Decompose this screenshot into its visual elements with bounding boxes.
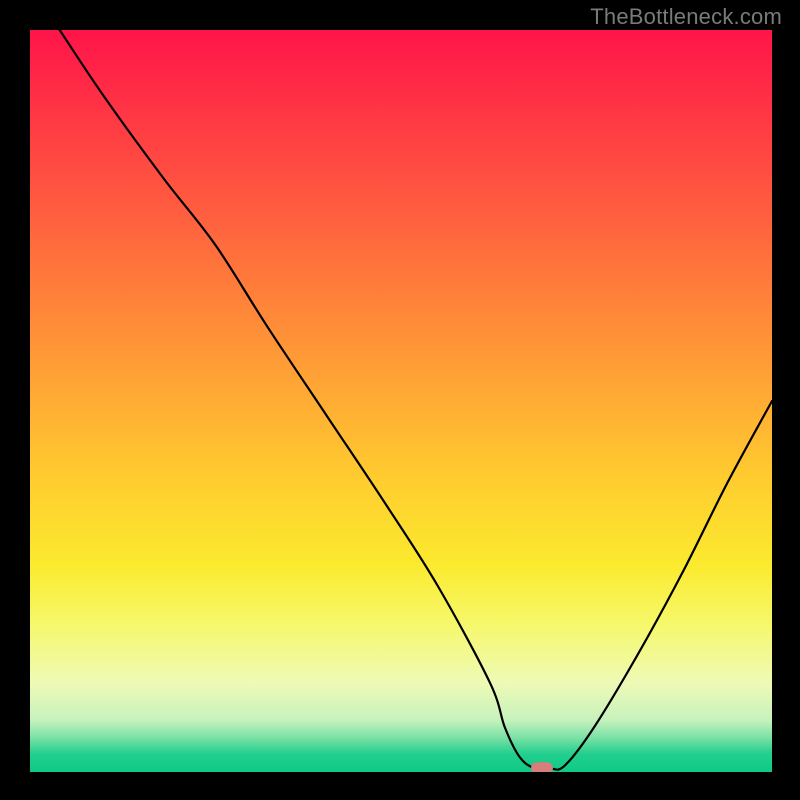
chart-container: TheBottleneck.com: [0, 0, 800, 800]
minimum-marker: [531, 762, 553, 772]
plot-area: [30, 30, 772, 772]
chart-background: [30, 30, 772, 772]
chart-svg: [30, 30, 772, 772]
watermark-text: TheBottleneck.com: [590, 4, 782, 30]
